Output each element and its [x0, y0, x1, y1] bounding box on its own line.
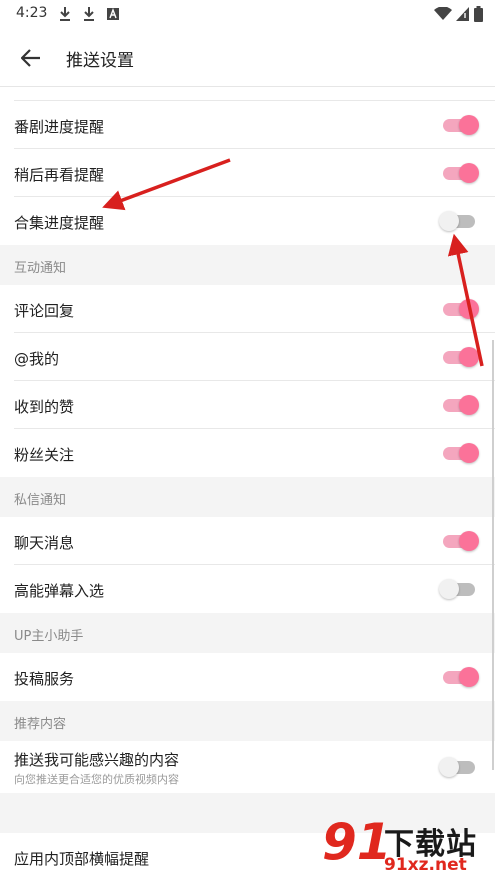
setting-description: 向您推送更合适您的优质视频内容: [14, 773, 179, 786]
arrow-left-icon: [21, 49, 40, 67]
toggle-switch[interactable]: [441, 443, 479, 463]
toggle-switch[interactable]: [441, 667, 479, 687]
status-time: 4:23: [16, 5, 48, 21]
section-header-recommend: 推荐内容: [0, 701, 495, 741]
setting-label: 收到的赞: [14, 398, 75, 416]
setting-label: 高能弹幕入选: [14, 582, 105, 600]
toggle-switch[interactable]: [441, 531, 479, 551]
watermark-url: 91xz.net: [384, 855, 467, 875]
setting-row-mentions[interactable]: @我的: [0, 333, 495, 381]
toggle-switch[interactable]: [439, 579, 477, 599]
setting-label: 评论回复: [14, 302, 75, 320]
setting-row-watch-later[interactable]: 稍后再看提醒: [0, 149, 495, 197]
toggle-switch[interactable]: [441, 299, 479, 319]
setting-label: 合集进度提醒: [14, 214, 105, 232]
setting-label: 应用内顶部横幅提醒: [14, 850, 150, 868]
section-title: UP主小助手: [14, 629, 84, 644]
setting-row-submission-service[interactable]: 投稿服务: [0, 653, 495, 701]
watermark-logo: 91 下载站 91xz.net: [316, 813, 491, 879]
section-header-interaction: 互动通知: [0, 245, 495, 285]
toggle-switch[interactable]: [439, 757, 477, 777]
page-title: 推送设置: [66, 51, 134, 71]
setting-label: 推送我可能感兴趣的内容: [14, 751, 180, 769]
status-right-icons: [434, 6, 483, 22]
a-badge-icon: [107, 8, 119, 20]
toggle-switch[interactable]: [441, 115, 479, 135]
setting-row-chat[interactable]: 聊天消息: [0, 517, 495, 565]
setting-label: 聊天消息: [14, 534, 75, 552]
setting-label: 投稿服务: [14, 670, 75, 688]
section-title: 私信通知: [14, 493, 67, 508]
setting-row-collection-progress[interactable]: 合集进度提醒: [0, 197, 495, 245]
settings-list: 番剧进度提醒 稍后再看提醒 合集进度提醒 互动通知 评论回复 @我的 收到的赞 …: [0, 87, 495, 881]
setting-label: 粉丝关注: [14, 446, 75, 464]
toggle-switch[interactable]: [441, 347, 479, 367]
download-icon: [84, 7, 94, 21]
section-header-up-assistant: UP主小助手: [0, 613, 495, 653]
app-toolbar: 推送设置: [0, 30, 495, 87]
setting-row-followers[interactable]: 粉丝关注: [0, 429, 495, 477]
download-icon: [60, 7, 70, 21]
status-bar: 4:23: [0, 0, 495, 30]
toggle-switch[interactable]: [439, 211, 477, 231]
setting-label: 番剧进度提醒: [14, 118, 105, 136]
setting-row-recommend-content[interactable]: 推送我可能感兴趣的内容 向您推送更合适您的优质视频内容: [0, 741, 495, 793]
signal-icon: [456, 7, 469, 21]
battery-icon: [474, 6, 483, 22]
wifi-icon: [434, 7, 452, 20]
setting-row-danmaku-selected[interactable]: 高能弹幕入选: [0, 565, 495, 613]
partial-row: [0, 87, 495, 101]
setting-label: 稍后再看提醒: [14, 166, 105, 184]
setting-row-comment-reply[interactable]: 评论回复: [0, 285, 495, 333]
section-title: 互动通知: [14, 261, 67, 276]
section-title: 推荐内容: [14, 717, 67, 732]
scrollbar[interactable]: [492, 340, 494, 770]
setting-label: @我的: [14, 350, 60, 368]
setting-row-bangumi-progress[interactable]: 番剧进度提醒: [0, 101, 495, 149]
watermark-mark: 91: [322, 813, 392, 871]
toggle-switch[interactable]: [441, 395, 479, 415]
setting-row-likes[interactable]: 收到的赞: [0, 381, 495, 429]
toggle-switch[interactable]: [441, 163, 479, 183]
section-header-messages: 私信通知: [0, 477, 495, 517]
back-button[interactable]: [14, 42, 48, 74]
